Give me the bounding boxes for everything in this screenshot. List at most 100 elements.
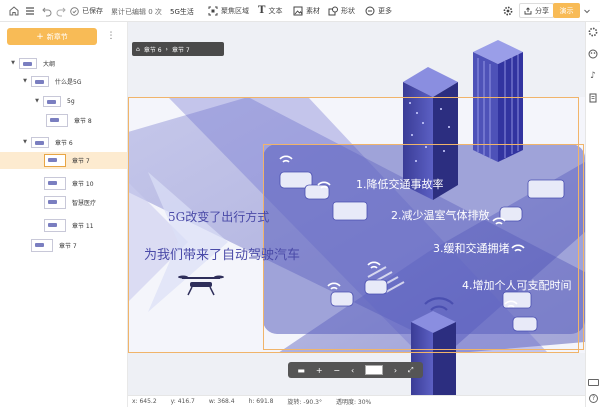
x-readout: x: 645.2: [132, 398, 157, 405]
outline-item-label: 章节 7: [59, 242, 77, 250]
bullet-text[interactable]: 2.减少温室气体排放: [391, 207, 490, 223]
slide-preview-thumbnail[interactable]: [365, 365, 384, 375]
slide-thumbnail: [31, 238, 53, 252]
focus-area-label: 聚焦区域: [221, 7, 249, 15]
rotation-readout: 旋转: -90.3°: [287, 399, 322, 406]
present-button[interactable]: 演示: [553, 3, 580, 18]
plus-icon: +: [36, 31, 44, 42]
more-button[interactable]: 更多: [365, 6, 392, 16]
outline-item-selected[interactable]: 章节 7: [0, 152, 127, 169]
material-button[interactable]: 素材: [293, 6, 320, 16]
outline-item[interactable]: 章节 7: [31, 238, 77, 252]
outline-item[interactable]: ▼ 什么是5G: [22, 74, 81, 88]
fullscreen-icon[interactable]: ⤢: [408, 366, 414, 375]
breadcrumb-item[interactable]: 章节 7: [172, 45, 190, 54]
slide-canvas[interactable]: ⌂ 章节 6 › 章节 7 1.降低交通事故率 2.减少温室气体排放 3.缓和交…: [128, 22, 585, 395]
slide-thumbnail: [31, 75, 49, 87]
shape-icon: [328, 6, 338, 16]
share-button[interactable]: 分享: [519, 3, 554, 18]
present-label: 演示: [559, 6, 574, 15]
right-toolbar: ♪ ?: [585, 22, 600, 407]
slide-thumbnail: [31, 136, 49, 148]
chevron-down-icon[interactable]: [583, 7, 591, 15]
status-bar: x: 645.2 y: 416.7 w: 368.4 h: 691.8 旋转: …: [128, 395, 585, 407]
caret-down-icon[interactable]: ▼: [34, 98, 40, 104]
outline-item-label: 大纲: [43, 60, 56, 68]
drag-handle-icon[interactable]: ▬: [297, 366, 305, 375]
prev-slide-button[interactable]: ‹: [351, 366, 354, 375]
text-label: 文本: [268, 6, 283, 15]
y-readout: y: 416.7: [170, 398, 195, 405]
bullet-text[interactable]: 3.缓和交通拥堵: [433, 240, 510, 256]
outline-item-label: 什么是5G: [55, 78, 82, 86]
width-readout: w: 368.4: [208, 398, 235, 405]
gear-icon[interactable]: [588, 27, 598, 37]
more-circle-icon: [365, 6, 375, 16]
project-title[interactable]: 5G生活: [170, 7, 194, 17]
slide-caption-line[interactable]: 为我们带来了自动驾驶汽车: [144, 244, 300, 263]
home-icon[interactable]: [8, 5, 20, 17]
slide-thumbnail: [44, 195, 66, 209]
palette-icon[interactable]: [588, 49, 598, 59]
music-icon[interactable]: ♪: [588, 71, 598, 81]
outline-item[interactable]: 章节 10: [44, 176, 94, 190]
height-readout: h: 691.8: [248, 398, 274, 405]
opacity-readout: 透明度: 30%: [335, 399, 372, 406]
notes-icon[interactable]: [588, 93, 598, 103]
outline-item-label: 章节 10: [72, 180, 94, 188]
outline-item-label: 智慧医疗: [72, 199, 97, 207]
menu-icon[interactable]: [24, 5, 36, 17]
outline-item-label: 章节 7: [72, 158, 90, 165]
zoom-toolbar: ▬ + − ‹ › ⤢: [288, 362, 423, 378]
text-button[interactable]: T 文本: [258, 5, 282, 16]
bullet-text[interactable]: 4.增加个人可支配时间: [462, 277, 572, 293]
help-icon[interactable]: ?: [589, 394, 598, 403]
next-slide-button[interactable]: ›: [394, 366, 397, 375]
text-t-icon: T: [258, 5, 266, 16]
focus-area-button[interactable]: 聚焦区域: [208, 6, 249, 16]
new-chapter-button[interactable]: + 新章节: [7, 28, 97, 45]
breadcrumb-item[interactable]: 章节 6: [144, 45, 162, 54]
new-chapter-label: 新章节: [46, 32, 68, 41]
slide-thumbnail: [44, 218, 66, 232]
home-icon[interactable]: ⌂: [136, 46, 140, 53]
slide-thumbnail: [43, 95, 61, 107]
save-status: 已保存: [70, 6, 103, 16]
share-label: 分享: [535, 6, 549, 15]
outline-item[interactable]: ▼ 大纲: [10, 56, 55, 70]
outline-item[interactable]: 章节 8: [46, 113, 92, 127]
keyboard-icon[interactable]: [588, 379, 599, 386]
slide-thumbnail: [44, 154, 66, 167]
caret-down-icon[interactable]: ▼: [22, 78, 28, 84]
outline-item[interactable]: 章节 11: [44, 218, 94, 232]
slide-thumbnail: [46, 113, 68, 127]
top-toolbar: 已保存 累计已编辑 0 次 5G生活 聚焦区域 T 文本 素材 形状 更多 分享…: [0, 0, 600, 22]
share-icon: [524, 6, 532, 15]
slide-thumbnail: [19, 57, 37, 69]
slide-caption-line[interactable]: 5G改变了出行方式: [168, 208, 269, 225]
image-icon: [293, 6, 303, 16]
focus-frame-icon: [208, 6, 218, 16]
outline-item-label: 章节 8: [74, 117, 92, 125]
outline-item-label: 5g: [67, 97, 75, 105]
zoom-out-button[interactable]: −: [333, 366, 340, 375]
redo-icon[interactable]: [56, 5, 66, 17]
shape-button[interactable]: 形状: [328, 6, 355, 16]
caret-down-icon[interactable]: ▼: [10, 60, 16, 66]
outline-sidebar: + 新章节 ⋮ ▼ 大纲 ▼ 什么是5G ▼ 5g 章节 8 ▼ 章节 6 章节…: [0, 22, 128, 407]
outline-item[interactable]: ▼ 5g: [34, 94, 75, 108]
outline-item-label: 章节 11: [72, 222, 94, 230]
zoom-in-button[interactable]: +: [316, 366, 323, 375]
material-label: 素材: [306, 7, 320, 15]
edit-count: 累计已编辑 0 次: [111, 8, 162, 16]
bullet-text[interactable]: 1.降低交通事故率: [356, 176, 444, 192]
saved-label: 已保存: [82, 7, 103, 15]
settings-gear-icon[interactable]: [503, 6, 513, 16]
caret-down-icon[interactable]: ▼: [22, 139, 28, 145]
undo-icon[interactable]: [42, 5, 52, 17]
outline-item[interactable]: ▼ 章节 6: [22, 135, 73, 149]
slide-thumbnail: [44, 176, 66, 190]
more-vertical-icon[interactable]: ⋮: [106, 29, 116, 44]
outline-item[interactable]: 智慧医疗: [44, 195, 96, 209]
more-label: 更多: [378, 7, 392, 15]
